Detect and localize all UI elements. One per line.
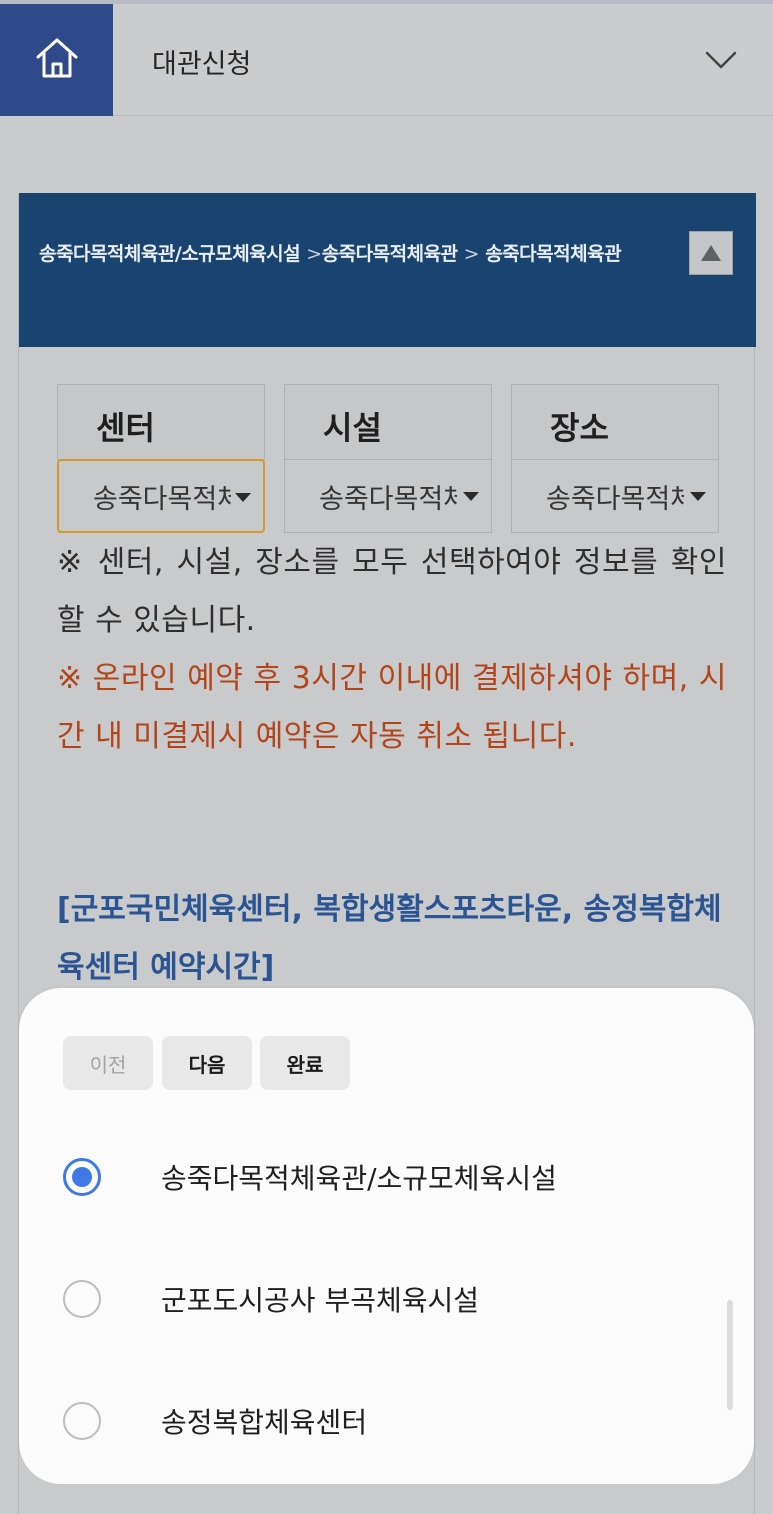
- picker-option[interactable]: 송죽다목적체육관/소규모체육시설: [63, 1147, 703, 1207]
- center-label: 센터: [57, 384, 265, 460]
- triangle-up-icon: [701, 245, 721, 261]
- center-selector: 센터 송죽다목적체육관: [57, 384, 265, 533]
- center-select-value: 송죽다목적체육관: [93, 483, 231, 515]
- place-select[interactable]: 송죽다목적체육관: [511, 459, 719, 533]
- dropdown-arrow-icon: [690, 492, 706, 501]
- breadcrumb-separator: >: [463, 243, 480, 265]
- chevron-down-icon: [703, 51, 739, 82]
- picker-option-label: 군포도시공사 부곡체육시설: [161, 1284, 480, 1317]
- collapse-button[interactable]: [689, 231, 733, 275]
- place-selector: 장소 송죽다목적체육관: [511, 384, 719, 533]
- breadcrumb: 송죽다목적체육관/소규모체육시설 >송죽다목적체육관 > 송죽다목적체육관: [19, 193, 756, 347]
- breadcrumb-path: 송죽다목적체육관/소규모체육시설 >송죽다목적체육관 > 송죽다목적체육관: [39, 233, 659, 275]
- home-icon: [34, 36, 80, 84]
- prev-button[interactable]: 이전: [63, 1036, 153, 1090]
- picker-option[interactable]: 송정복합체육센터: [63, 1391, 703, 1451]
- facility-label: 시설: [284, 384, 492, 460]
- facility-select-value: 송죽다목적체육관: [319, 483, 457, 515]
- center-select[interactable]: 송죽다목적체육관: [57, 459, 265, 533]
- picker-sheet: 이전 다음 완료 송죽다목적체육관/소규모체육시설 군포도시공사 부곡체육시설 …: [19, 988, 754, 1484]
- reservation-time-heading: [군포국민체육센터, 복합생활스포츠타운, 송정복합체육센터 예약시간]: [57, 892, 722, 985]
- next-button[interactable]: 다음: [162, 1036, 252, 1090]
- picker-scrollbar[interactable]: [727, 1300, 733, 1410]
- menu-dropdown-button[interactable]: [703, 42, 739, 78]
- picker-option[interactable]: 군포도시공사 부곡체육시설: [63, 1269, 703, 1329]
- payment-warning: ※ 온라인 예약 후 3시간 이내에 결제하셔야 하며, 시간 내 미결제시 예…: [57, 661, 727, 754]
- breadcrumb-item: 송죽다목적체육관: [485, 243, 622, 265]
- selection-notice: ※ 센터, 시설, 장소를 모두 선택하여야 정보를 확인할 수 있습니다.: [57, 545, 727, 638]
- breadcrumb-item: 송죽다목적체육관: [321, 243, 458, 265]
- top-bar: 대관신청: [0, 4, 773, 116]
- radio-unchecked-icon: [63, 1280, 101, 1318]
- place-select-value: 송죽다목적체육관: [546, 483, 684, 515]
- picker-option-label: 송정복합체육센터: [161, 1406, 368, 1439]
- breadcrumb-item: 송죽다목적체육관/소규모체육시설: [39, 243, 301, 265]
- done-button[interactable]: 완료: [260, 1036, 350, 1090]
- radio-checked-icon: [63, 1158, 101, 1196]
- radio-unchecked-icon: [63, 1402, 101, 1440]
- facility-selector: 시설 송죽다목적체육관: [284, 384, 492, 533]
- page-title: 대관신청: [152, 49, 252, 80]
- dropdown-arrow-icon: [235, 493, 251, 502]
- place-label: 장소: [511, 384, 719, 460]
- picker-option-label: 송죽다목적체육관/소규모체육시설: [161, 1162, 557, 1195]
- facility-select[interactable]: 송죽다목적체육관: [284, 459, 492, 533]
- breadcrumb-separator: >: [306, 243, 322, 265]
- dropdown-arrow-icon: [463, 492, 479, 501]
- home-button[interactable]: [0, 4, 113, 116]
